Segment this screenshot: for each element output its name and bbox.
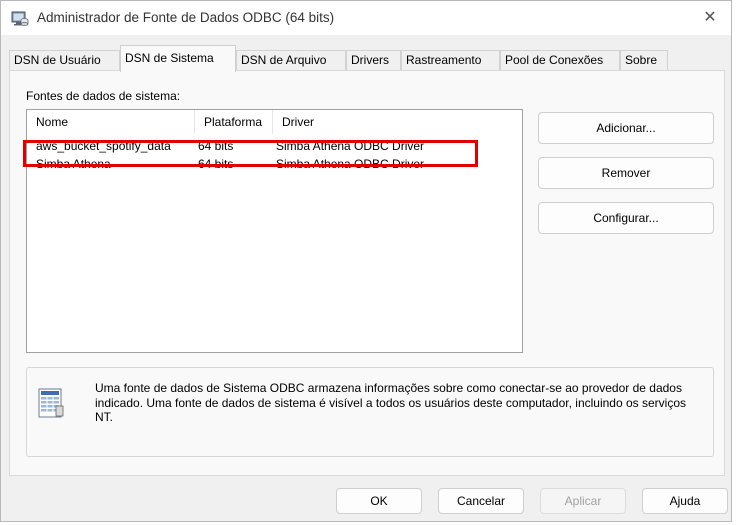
data-sources-info-icon [38,388,64,420]
tab-file-dsn[interactable]: DSN de Arquivo [236,50,346,70]
table-row[interactable]: aws_bucket_spotify_data 64 bits Simba At… [27,137,522,155]
ok-button[interactable]: OK [336,488,422,514]
window-title: Administrador de Fonte de Dados ODBC (64… [37,10,335,25]
tab-user-dsn[interactable]: DSN de Usuário [9,50,120,70]
odbc-admin-icon [11,9,29,27]
list-header: Nome Plataforma Driver [27,110,522,134]
row-name: aws_bucket_spotify_data [36,139,171,153]
tab-tracing[interactable]: Rastreamento [401,50,500,70]
row-name: Simba Athena [36,157,111,171]
add-button[interactable]: Adicionar... [538,112,714,144]
tab-drivers[interactable]: Drivers [346,50,401,70]
row-platform: 64 bits [198,157,234,171]
column-header-driver[interactable]: Driver [273,110,423,134]
help-button[interactable]: Ajuda [642,488,728,514]
column-header-platform[interactable]: Plataforma [195,110,273,134]
row-platform: 64 bits [198,139,234,153]
info-box: Uma fonte de dados de Sistema ODBC armaz… [26,367,714,457]
info-text: Uma fonte de dados de Sistema ODBC armaz… [95,381,686,424]
system-dsn-panel: Fontes de dados de sistema: Nome Platafo… [9,70,725,476]
configure-button[interactable]: Configurar... [538,202,714,234]
close-button[interactable]: ✕ [697,5,723,31]
column-header-name[interactable]: Nome [27,110,195,134]
tab-about[interactable]: Sobre [620,50,668,70]
table-row[interactable]: Simba Athena 64 bits Simba Athena ODBC D… [27,155,522,173]
tab-connection-pooling[interactable]: Pool de Conexões [500,50,620,70]
data-sources-list[interactable]: Nome Plataforma Driver aws_bucket_spotif… [26,109,523,353]
close-icon: ✕ [703,9,717,26]
odbc-admin-window: Administrador de Fonte de Dados ODBC (64… [0,0,732,522]
cancel-button[interactable]: Cancelar [438,488,524,514]
data-sources-label: Fontes de dados de sistema: [26,89,181,103]
row-driver: Simba Athena ODBC Driver [276,157,425,171]
tab-system-dsn[interactable]: DSN de Sistema [120,45,236,72]
apply-button[interactable]: Aplicar [540,488,626,514]
row-driver: Simba Athena ODBC Driver [276,139,425,153]
title-bar: Administrador de Fonte de Dados ODBC (64… [1,1,731,35]
remove-button[interactable]: Remover [538,157,714,189]
